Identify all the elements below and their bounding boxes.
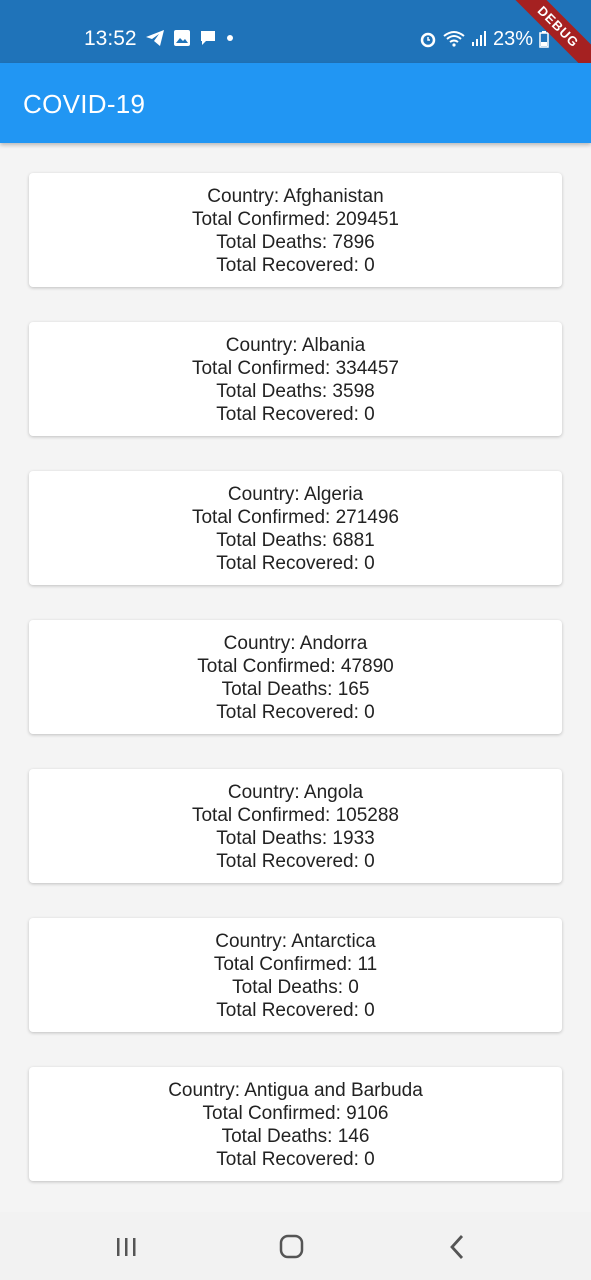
country-card[interactable]: Country: Algeria Total Confirmed: 271496… [29,471,562,585]
recents-icon [117,1238,136,1256]
total-deaths: Total Deaths: 6881 [216,530,375,551]
dot-icon [227,35,233,41]
home-button[interactable] [272,1232,312,1262]
total-confirmed: Total Confirmed: 105288 [191,805,399,826]
total-recovered: Total Recovered: 0 [216,1149,375,1170]
total-recovered: Total Recovered: 0 [216,255,375,276]
alarm-icon [420,32,436,48]
wifi-icon [443,31,465,47]
total-deaths: Total Deaths: 1933 [216,828,375,849]
country-name: Country: Albania [225,335,366,356]
total-confirmed: Total Confirmed: 47890 [197,656,394,677]
country-name: Country: Antigua and Barbuda [168,1080,423,1101]
total-confirmed: Total Confirmed: 209451 [191,209,399,230]
recents-button[interactable] [106,1232,146,1262]
country-card[interactable]: Country: Antarctica Total Confirmed: 11 … [29,918,562,1032]
country-name: Country: Algeria [227,484,364,505]
navigation-bar [0,1212,591,1280]
country-card[interactable]: Country: Antigua and Barbuda Total Confi… [29,1067,562,1181]
telegram-icon [146,30,164,46]
back-icon [450,1235,464,1259]
total-deaths: Total Deaths: 7896 [216,232,375,253]
total-recovered: Total Recovered: 0 [216,702,375,723]
total-confirmed: Total Confirmed: 271496 [191,507,399,528]
total-confirmed: Total Confirmed: 334457 [191,358,399,379]
message-icon [201,31,215,45]
total-confirmed: Total Confirmed: 9106 [202,1103,389,1124]
country-name: Country: Angola [227,782,364,803]
system-icons: 23% [419,26,549,52]
image-icon [174,30,190,46]
total-deaths: Total Deaths: 146 [221,1126,370,1147]
total-deaths: Total Deaths: 3598 [216,381,375,402]
status-bar: 13:52 23% DEBUG [0,0,591,63]
country-card[interactable]: Country: Andorra Total Confirmed: 47890 … [29,620,562,734]
total-recovered: Total Recovered: 0 [216,1000,375,1021]
notification-icons [145,29,235,47]
app-title: COVID-19 [23,89,146,119]
battery-percent: 23% [492,28,533,50]
back-button[interactable] [437,1232,477,1262]
total-recovered: Total Recovered: 0 [216,404,375,425]
country-name: Country: Afghanistan [207,186,384,207]
total-deaths: Total Deaths: 165 [221,679,370,700]
country-name: Country: Antarctica [215,931,376,952]
country-card[interactable]: Country: Afghanistan Total Confirmed: 20… [29,173,562,287]
country-name: Country: Andorra [223,633,368,654]
country-card[interactable]: Country: Angola Total Confirmed: 105288 … [29,769,562,883]
app-bar: COVID-19 [0,63,591,143]
total-confirmed: Total Confirmed: 11 [213,954,378,975]
home-icon [279,1234,304,1259]
total-recovered: Total Recovered: 0 [216,553,375,574]
signal-icon [471,31,486,46]
total-recovered: Total Recovered: 0 [216,851,375,872]
total-deaths: Total Deaths: 0 [232,977,359,998]
country-card[interactable]: Country: Albania Total Confirmed: 334457… [29,322,562,436]
status-time: 13:52 [84,27,137,50]
